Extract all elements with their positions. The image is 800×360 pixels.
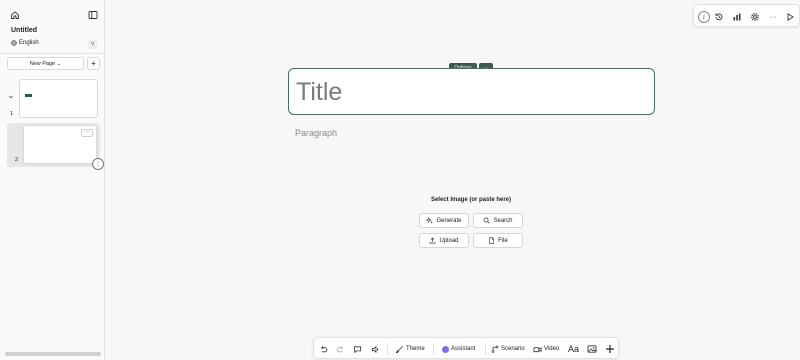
speaker-icon[interactable] — [371, 342, 380, 356]
slide-number-1: 1 — [10, 111, 14, 117]
theme-button[interactable]: Theme — [395, 342, 425, 356]
scenario-label: Scenario — [501, 346, 525, 352]
slide-thumbnail-2[interactable]: ··· — [23, 125, 97, 164]
search-icon — [483, 217, 491, 224]
more-options-icon[interactable]: ··· — [766, 10, 780, 24]
title-placeholder[interactable]: Title — [296, 78, 342, 107]
document-title[interactable]: Untitled — [11, 27, 37, 34]
analytics-icon[interactable] — [730, 10, 744, 24]
sidebar-scrollbar[interactable] — [5, 352, 101, 356]
language-selector[interactable]: English — [11, 40, 39, 46]
chevron-down-icon[interactable] — [8, 94, 14, 100]
upload-icon — [429, 237, 436, 244]
video-label: Video — [544, 346, 560, 352]
sidebar: Untitled English ? New Page ⌄ + 1 ··· 2 … — [0, 0, 105, 360]
comment-icon[interactable] — [353, 342, 362, 356]
file-button[interactable]: File — [473, 233, 523, 248]
home-icon[interactable] — [8, 8, 22, 22]
top-toolbar: i ··· — [693, 4, 800, 27]
help-button[interactable]: ? — [88, 40, 97, 49]
paragraph-placeholder[interactable]: Paragraph — [295, 128, 337, 138]
info-icon[interactable]: i — [698, 11, 710, 23]
image-picker-label: Select Image (or paste here) — [430, 197, 512, 203]
add-block-icon[interactable] — [605, 342, 615, 356]
new-page-button[interactable]: New Page ⌄ — [7, 57, 84, 70]
toolbar-divider — [485, 343, 486, 355]
search-label: Search — [493, 217, 513, 224]
branch-icon — [491, 345, 499, 353]
toolbar-divider — [387, 343, 388, 355]
upload-label: Upload — [439, 237, 459, 244]
globe-icon — [11, 40, 17, 46]
upload-button[interactable]: Upload — [419, 233, 469, 248]
history-icon[interactable] — [712, 10, 726, 24]
video-button[interactable]: Video — [533, 342, 559, 356]
video-icon — [533, 345, 542, 354]
image-icon[interactable] — [587, 342, 597, 356]
slide-menu-button[interactable]: ··· — [81, 129, 93, 137]
theme-label: Theme — [406, 346, 425, 352]
bottom-toolbar: Theme Assistant Scenario Video Aa — [313, 337, 619, 359]
sparkle-icon — [426, 217, 433, 224]
redo-icon[interactable] — [336, 342, 345, 356]
thumbnail-title-mark — [25, 94, 32, 97]
add-page-button[interactable]: + — [87, 57, 100, 70]
assistant-icon — [442, 345, 449, 353]
assistant-button[interactable]: Assistant — [442, 342, 475, 356]
title-block[interactable]: Title — [288, 68, 655, 115]
brush-icon — [395, 345, 404, 354]
sidebar-toggle-icon[interactable] — [86, 8, 100, 22]
sidebar-resize-handle[interactable]: ⋮ — [92, 158, 104, 170]
sidebar-divider — [0, 53, 104, 54]
generate-label: Generate — [436, 217, 462, 224]
generate-button[interactable]: Generate — [419, 213, 469, 228]
assistant-label: Assistant — [451, 346, 476, 352]
slide-number-2: 2 — [15, 157, 19, 163]
scenario-button[interactable]: Scenario — [491, 342, 525, 356]
language-label: English — [19, 40, 39, 46]
search-button[interactable]: Search — [473, 213, 523, 228]
font-button[interactable]: Aa — [568, 342, 579, 356]
gear-icon[interactable] — [748, 10, 762, 24]
toolbar-divider — [433, 343, 434, 355]
play-icon[interactable] — [783, 10, 797, 24]
slide-thumbnail-1[interactable] — [19, 79, 98, 118]
file-icon — [488, 237, 495, 244]
undo-icon[interactable] — [319, 342, 328, 356]
sidebar-header — [0, 0, 104, 30]
file-label: File — [498, 237, 508, 244]
